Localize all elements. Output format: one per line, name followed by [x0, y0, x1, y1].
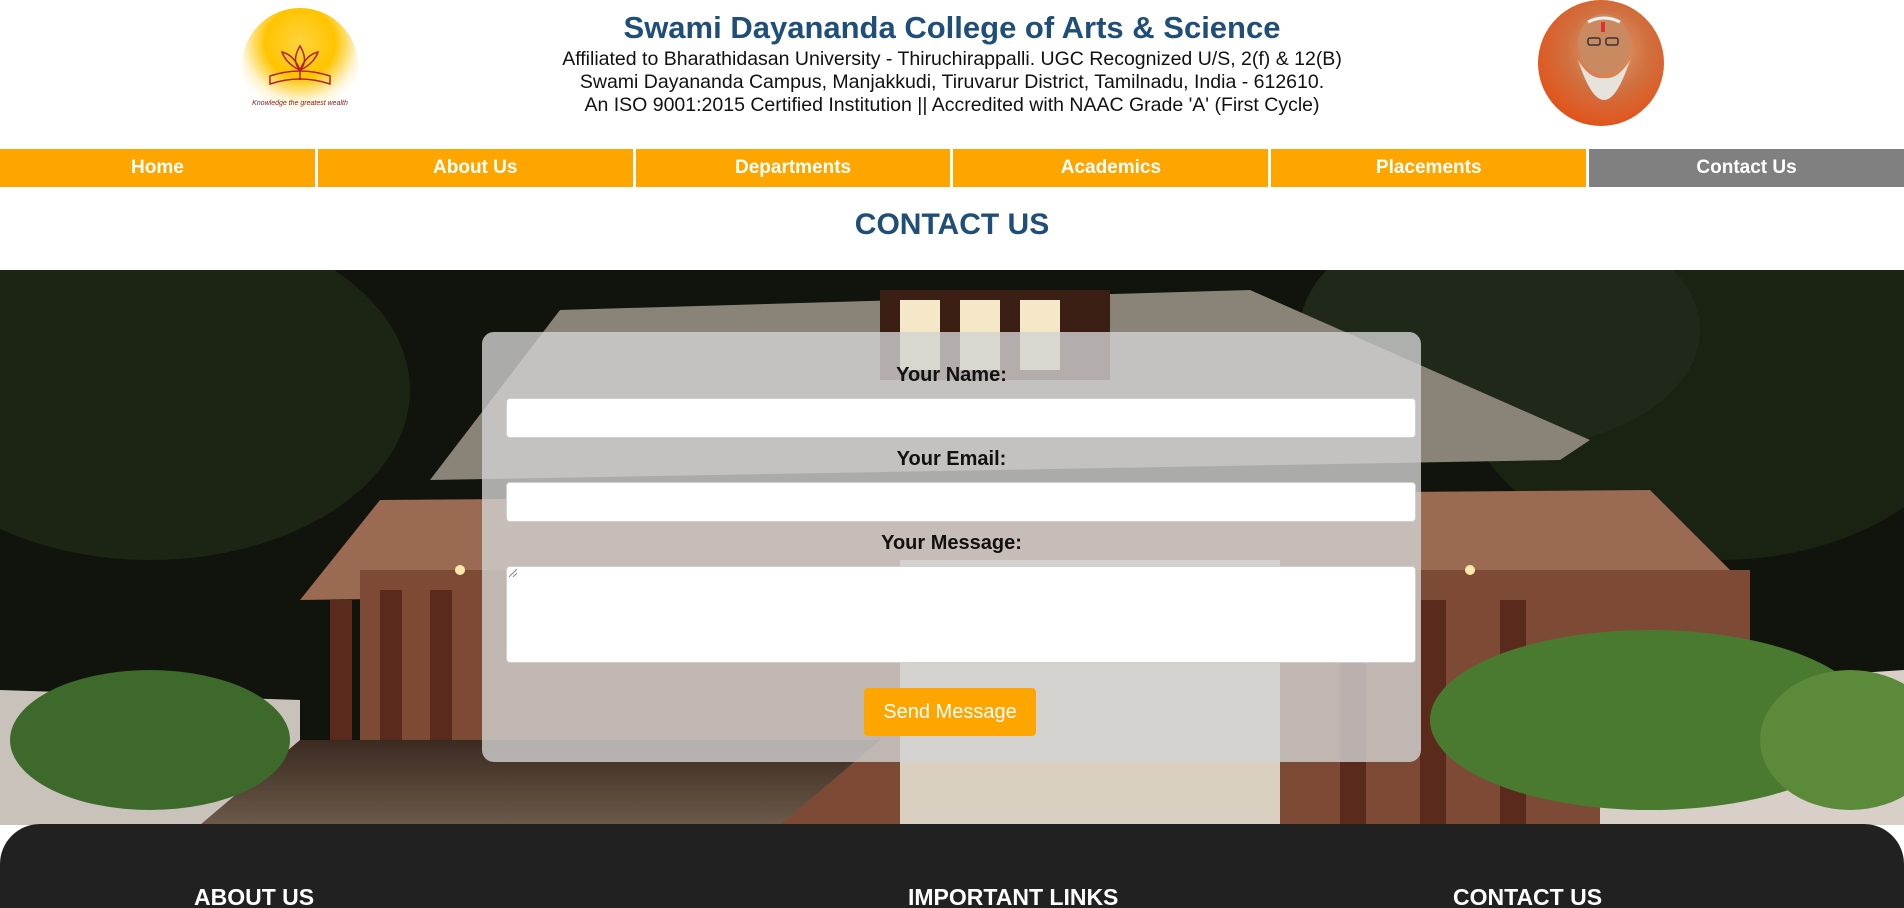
footer-about-heading: ABOUT US	[194, 884, 315, 908]
email-input[interactable]	[506, 482, 1416, 522]
title-block: Swami Dayananda College of Arts & Scienc…	[450, 8, 1454, 117]
lotus-book-icon	[269, 44, 331, 86]
send-message-button[interactable]: Send Message	[864, 688, 1036, 736]
college-logo[interactable]: Knowledge the greatest wealth	[242, 8, 358, 124]
name-label: Your Name:	[896, 364, 1007, 386]
portrait-image	[1578, 14, 1630, 100]
name-input[interactable]	[506, 398, 1416, 438]
nav-academics[interactable]: Academics	[953, 149, 1269, 187]
site-header: Knowledge the greatest wealth Swami Daya…	[0, 0, 1904, 150]
founder-portrait	[1538, 0, 1664, 126]
nav-placements[interactable]: Placements	[1271, 149, 1587, 187]
site-footer: ABOUT US IMPORTANT LINKS CONTACT US	[0, 824, 1904, 908]
message-label: Your Message:	[881, 532, 1022, 554]
nav-departments[interactable]: Departments	[635, 149, 951, 187]
logo-tagline: Knowledge the greatest wealth	[252, 100, 348, 107]
contact-form: Your Name: Your Email: Your Message: Sen…	[482, 332, 1421, 762]
nav-about-us[interactable]: About Us	[317, 149, 633, 187]
footer-links-heading: IMPORTANT LINKS	[908, 884, 1119, 908]
address-line: Swami Dayananda Campus, Manjakkudi, Tiru…	[579, 71, 1325, 93]
footer-contact-heading: CONTACT US	[1453, 884, 1603, 908]
main-nav: Home About Us Departments Academics Plac…	[0, 149, 1904, 187]
nav-contact-us[interactable]: Contact Us	[1589, 149, 1904, 187]
resize-handle-icon[interactable]	[507, 567, 517, 577]
message-textarea[interactable]	[506, 566, 1416, 663]
affiliation-line: Affiliated to Bharathidasan University -…	[562, 48, 1342, 70]
nav-home[interactable]: Home	[0, 149, 315, 187]
page-title: CONTACT US	[854, 208, 1050, 241]
campus-background-image: Your Name: Your Email: Your Message: Sen…	[0, 270, 1904, 825]
email-label: Your Email:	[896, 448, 1007, 470]
college-name: Swami Dayananda College of Arts & Scienc…	[623, 10, 1281, 45]
accreditation-line: An ISO 9001:2015 Certified Institution |…	[584, 94, 1320, 116]
